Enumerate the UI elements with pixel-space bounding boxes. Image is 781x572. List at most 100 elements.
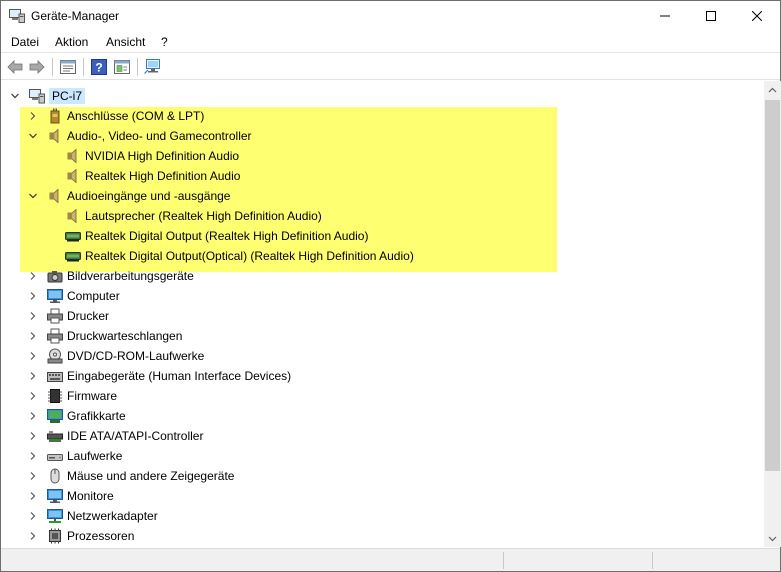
device-tree: PC-i7 Anschlüsse (COM & LPT) Audio-, Vid… [2,81,764,547]
toolbar-separator [52,58,53,76]
maximize-button[interactable] [688,1,734,31]
tree-node[interactable]: Monitore [27,486,114,506]
menu-bar: Datei Aktion Ansicht ? [1,32,780,53]
dvd-drive-icon [47,348,63,364]
help-button[interactable]: ? [90,58,108,76]
chevron-right-icon[interactable] [27,110,39,122]
menu-aktion[interactable]: Aktion [55,35,88,49]
chevron-right-icon[interactable] [27,270,39,282]
tree-node[interactable]: Audioeingänge und -ausgänge [27,186,230,206]
close-button[interactable] [734,1,780,31]
tree-node[interactable]: Eingabegeräte (Human Interface Devices) [27,366,291,386]
chevron-right-icon[interactable] [27,310,39,322]
tree-node[interactable]: Realtek Digital Output (Realtek High Def… [65,226,368,246]
view-button[interactable] [113,58,131,76]
chevron-right-icon[interactable] [27,470,39,482]
back-arrow-icon [7,60,23,74]
keyboard-icon [47,368,63,384]
tree-node[interactable]: Netzwerkadapter [27,506,158,526]
status-separator [652,552,653,569]
tree-node[interactable]: DVD/CD-ROM-Laufwerke [27,346,204,366]
scroll-down-button[interactable] [764,530,781,547]
chevron-right-icon[interactable] [27,530,39,542]
tree-node[interactable]: Prozessoren [27,526,134,546]
tree-node-label: Lautsprecher (Realtek High Definition Au… [85,209,322,223]
chevron-down-icon[interactable] [9,90,21,102]
tree-node[interactable]: Anschlüsse (COM & LPT) [27,106,204,126]
chevron-right-icon[interactable] [27,410,39,422]
chevron-down-icon[interactable] [27,190,39,202]
tree-node-label: Realtek Digital Output(Optical) (Realtek… [85,249,414,263]
view-icon [114,60,130,74]
chevron-right-icon[interactable] [27,450,39,462]
maximize-icon [706,11,716,21]
speaker-icon [65,168,81,184]
chevron-down-icon[interactable] [27,130,39,142]
tree-node-label: DVD/CD-ROM-Laufwerke [67,349,205,363]
tree-node[interactable]: Computer [27,286,120,306]
chevron-right-icon[interactable] [27,350,39,362]
tree-node[interactable]: Mäuse und andere Zeigegeräte [27,466,234,486]
tree-node[interactable]: NVIDIA High Definition Audio [65,146,239,166]
tree-node[interactable]: Drucker [27,306,109,326]
scroll-up-button[interactable] [764,81,781,98]
status-separator [503,552,504,569]
speaker-icon [47,128,63,144]
chevron-right-icon[interactable] [27,490,39,502]
vertical-scrollbar[interactable] [764,81,781,547]
tree-node-label: Computer [67,289,120,303]
properties-button[interactable] [59,58,77,76]
chevron-right-icon[interactable] [27,330,39,342]
forward-arrow-icon [29,60,45,74]
tree-node[interactable]: Grafikkarte [27,406,126,426]
chevron-right-icon[interactable] [27,390,39,402]
tree-node[interactable]: Druckwarteschlangen [27,326,182,346]
properties-icon [60,60,76,74]
tree-node[interactable]: Audio-, Video- und Gamecontroller [27,126,252,146]
tree-node[interactable]: IDE ATA/ATAPI-Controller [27,426,203,446]
device-manager-window: Geräte-Manager Datei Aktion Ansicht ? ? [0,0,781,572]
chevron-right-icon[interactable] [27,290,39,302]
menu-datei[interactable]: Datei [11,35,39,49]
chevron-right-icon[interactable] [27,510,39,522]
tree-node-label: Grafikkarte [67,409,126,423]
menu-help[interactable]: ? [161,35,168,49]
speaker-icon [65,208,81,224]
window-title: Geräte-Manager [31,9,120,23]
forward-button[interactable] [28,58,46,76]
tree-node-label: Eingabegeräte (Human Interface Devices) [67,369,292,383]
chevron-up-icon [768,87,777,92]
minimize-button[interactable] [642,1,688,31]
device-manager-app-icon [9,9,25,23]
printer-icon [47,308,63,324]
port-icon [47,108,63,124]
menu-ansicht[interactable]: Ansicht [106,35,145,49]
computer-icon [47,288,63,304]
title-bar[interactable]: Geräte-Manager [1,1,780,32]
computer-icon [29,88,45,104]
status-bar [1,548,780,571]
tree-node[interactable]: Firmware [27,386,117,406]
tree-root[interactable]: PC-i7 [9,86,86,106]
tree-node-label: Anschlüsse (COM & LPT) [67,109,205,123]
chevron-right-icon[interactable] [27,370,39,382]
monitor-scan-icon [144,59,160,74]
tree-node-label: Mäuse und andere Zeigegeräte [67,469,235,483]
chevron-down-icon [768,536,777,541]
tree-node[interactable]: Lautsprecher (Realtek High Definition Au… [65,206,322,226]
svg-text:?: ? [95,61,102,75]
tree-node-label: Druckwarteschlangen [67,329,183,343]
tree-node[interactable]: Realtek Digital Output(Optical) (Realtek… [65,246,414,266]
scan-hardware-button[interactable] [144,58,162,76]
disk-drive-icon [47,448,63,464]
tree-node[interactable]: Realtek High Definition Audio [65,166,240,186]
tree-node[interactable]: Laufwerke [27,446,122,466]
chevron-right-icon[interactable] [27,430,39,442]
tree-node-label: Realtek Digital Output (Realtek High Def… [85,229,369,243]
back-button[interactable] [6,58,24,76]
tree-node[interactable]: Bildverarbeitungsgeräte [27,266,194,286]
scroll-thumb[interactable] [765,100,780,471]
toolbar-separator [83,58,84,76]
digital-output-icon [65,228,81,244]
ide-controller-icon [47,428,63,444]
